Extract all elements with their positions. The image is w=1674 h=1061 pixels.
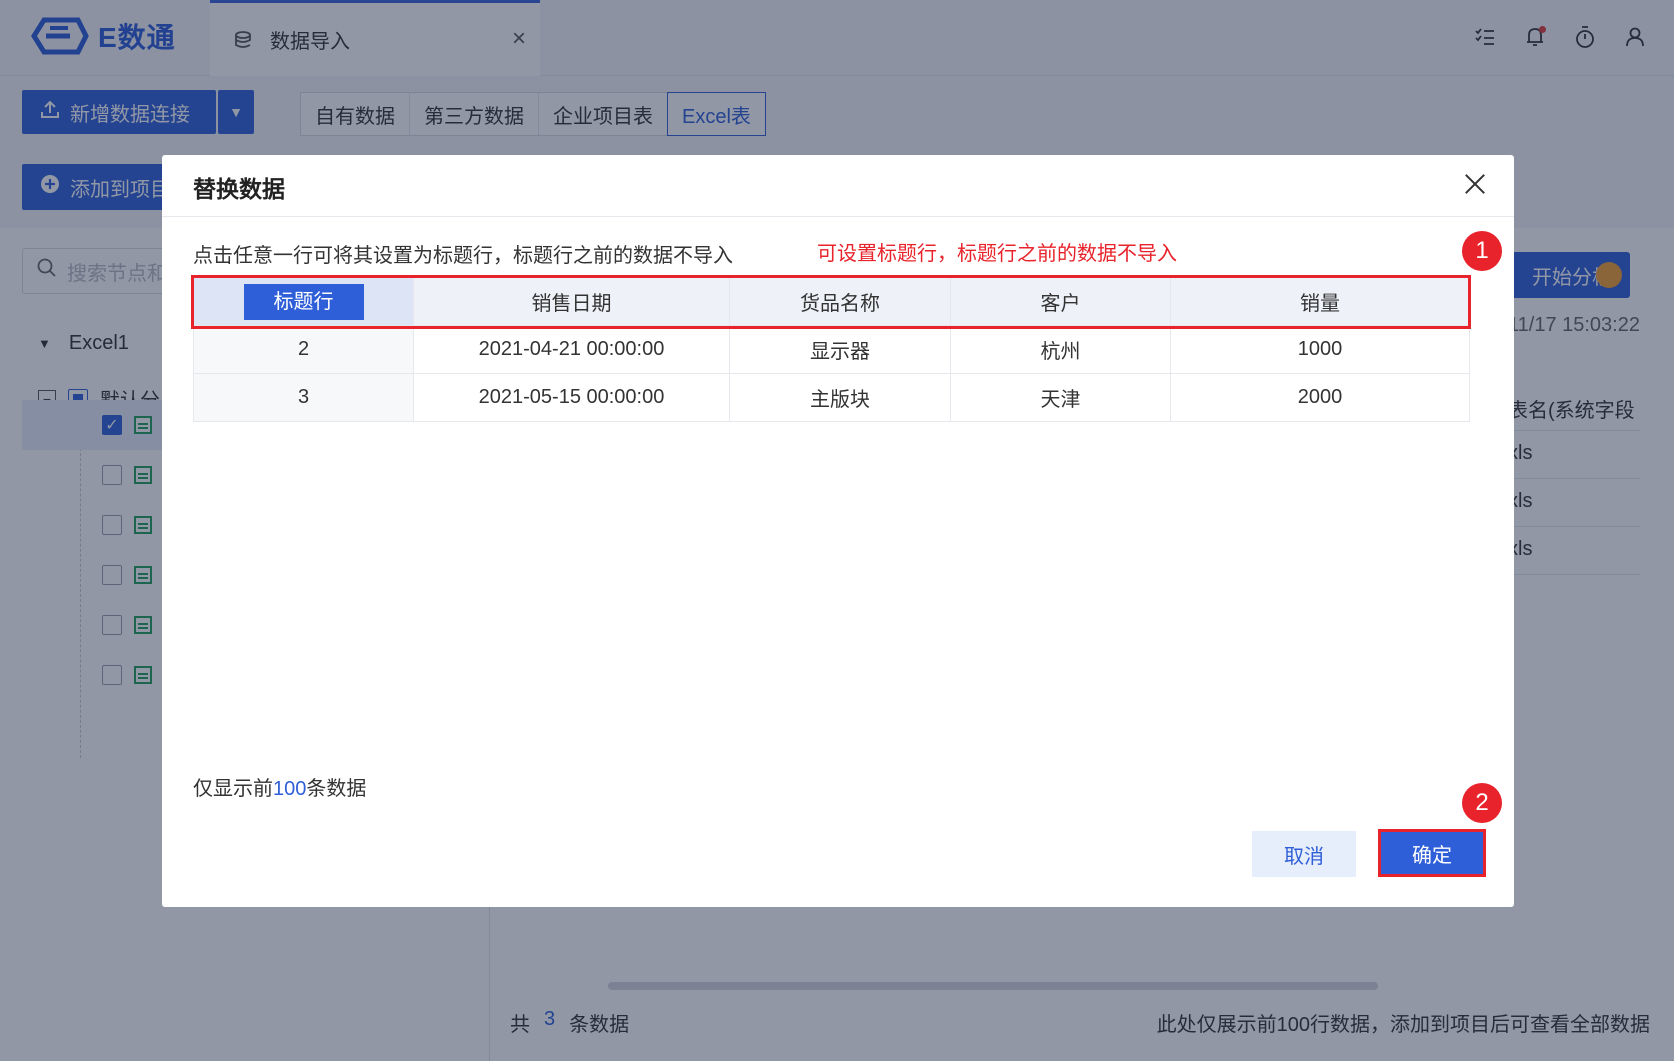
column-header: 销售日期 bbox=[413, 277, 730, 326]
dialog-hint: 点击任意一行可将其设置为标题行，标题行之前的数据不导入 bbox=[193, 245, 733, 267]
dialog-title: 替换数据 bbox=[193, 176, 285, 202]
replace-data-dialog: 替换数据 点击任意一行可将其设置为标题行，标题行之前的数据不导入 可设置标题行，… bbox=[162, 155, 1514, 907]
annotation-text: 可设置标题行，标题行之前的数据不导入 bbox=[817, 243, 1177, 265]
limit-count: 100 bbox=[273, 778, 307, 800]
cancel-button[interactable]: 取消 bbox=[1252, 831, 1356, 877]
table-row[interactable]: 2 2021-04-21 00:00:00 显示器 杭州 1000 bbox=[193, 325, 1470, 374]
column-header: 销量 bbox=[1170, 277, 1470, 326]
column-header: 货品名称 bbox=[729, 277, 951, 326]
table-cell: 2021-05-15 00:00:00 bbox=[413, 373, 730, 422]
row-number: 2 bbox=[193, 325, 414, 374]
dialog-header: 替换数据 bbox=[162, 155, 1514, 217]
limit-suffix: 条数据 bbox=[306, 778, 367, 800]
table-cell: 天津 bbox=[950, 373, 1171, 422]
confirm-button[interactable]: 确定 bbox=[1381, 832, 1483, 874]
row-number: 3 bbox=[193, 373, 414, 422]
table-cell: 显示器 bbox=[729, 325, 951, 374]
close-icon[interactable] bbox=[1460, 169, 1490, 199]
table-row[interactable]: 3 2021-05-15 00:00:00 主版块 天津 2000 bbox=[193, 373, 1470, 422]
annotation-badge-2: 2 bbox=[1462, 783, 1502, 823]
column-header: 客户 bbox=[950, 277, 1171, 326]
row-limit-note: 仅显示前100条数据 bbox=[193, 772, 366, 801]
annotation-badge-1: 1 bbox=[1462, 231, 1502, 271]
table-cell: 2021-04-21 00:00:00 bbox=[413, 325, 730, 374]
preview-table: 标题行 销售日期 货品名称 客户 销量 2 2021-04-21 00:00:0… bbox=[193, 277, 1470, 422]
header-row[interactable]: 标题行 销售日期 货品名称 客户 销量 bbox=[193, 277, 1470, 326]
limit-prefix: 仅显示前 bbox=[193, 778, 273, 800]
table-cell: 2000 bbox=[1170, 373, 1470, 422]
header-row-label: 标题行 bbox=[243, 283, 364, 320]
table-cell: 主版块 bbox=[729, 373, 951, 422]
table-cell: 杭州 bbox=[950, 325, 1171, 374]
header-row-marker: 标题行 bbox=[193, 277, 414, 326]
table-cell: 1000 bbox=[1170, 325, 1470, 374]
